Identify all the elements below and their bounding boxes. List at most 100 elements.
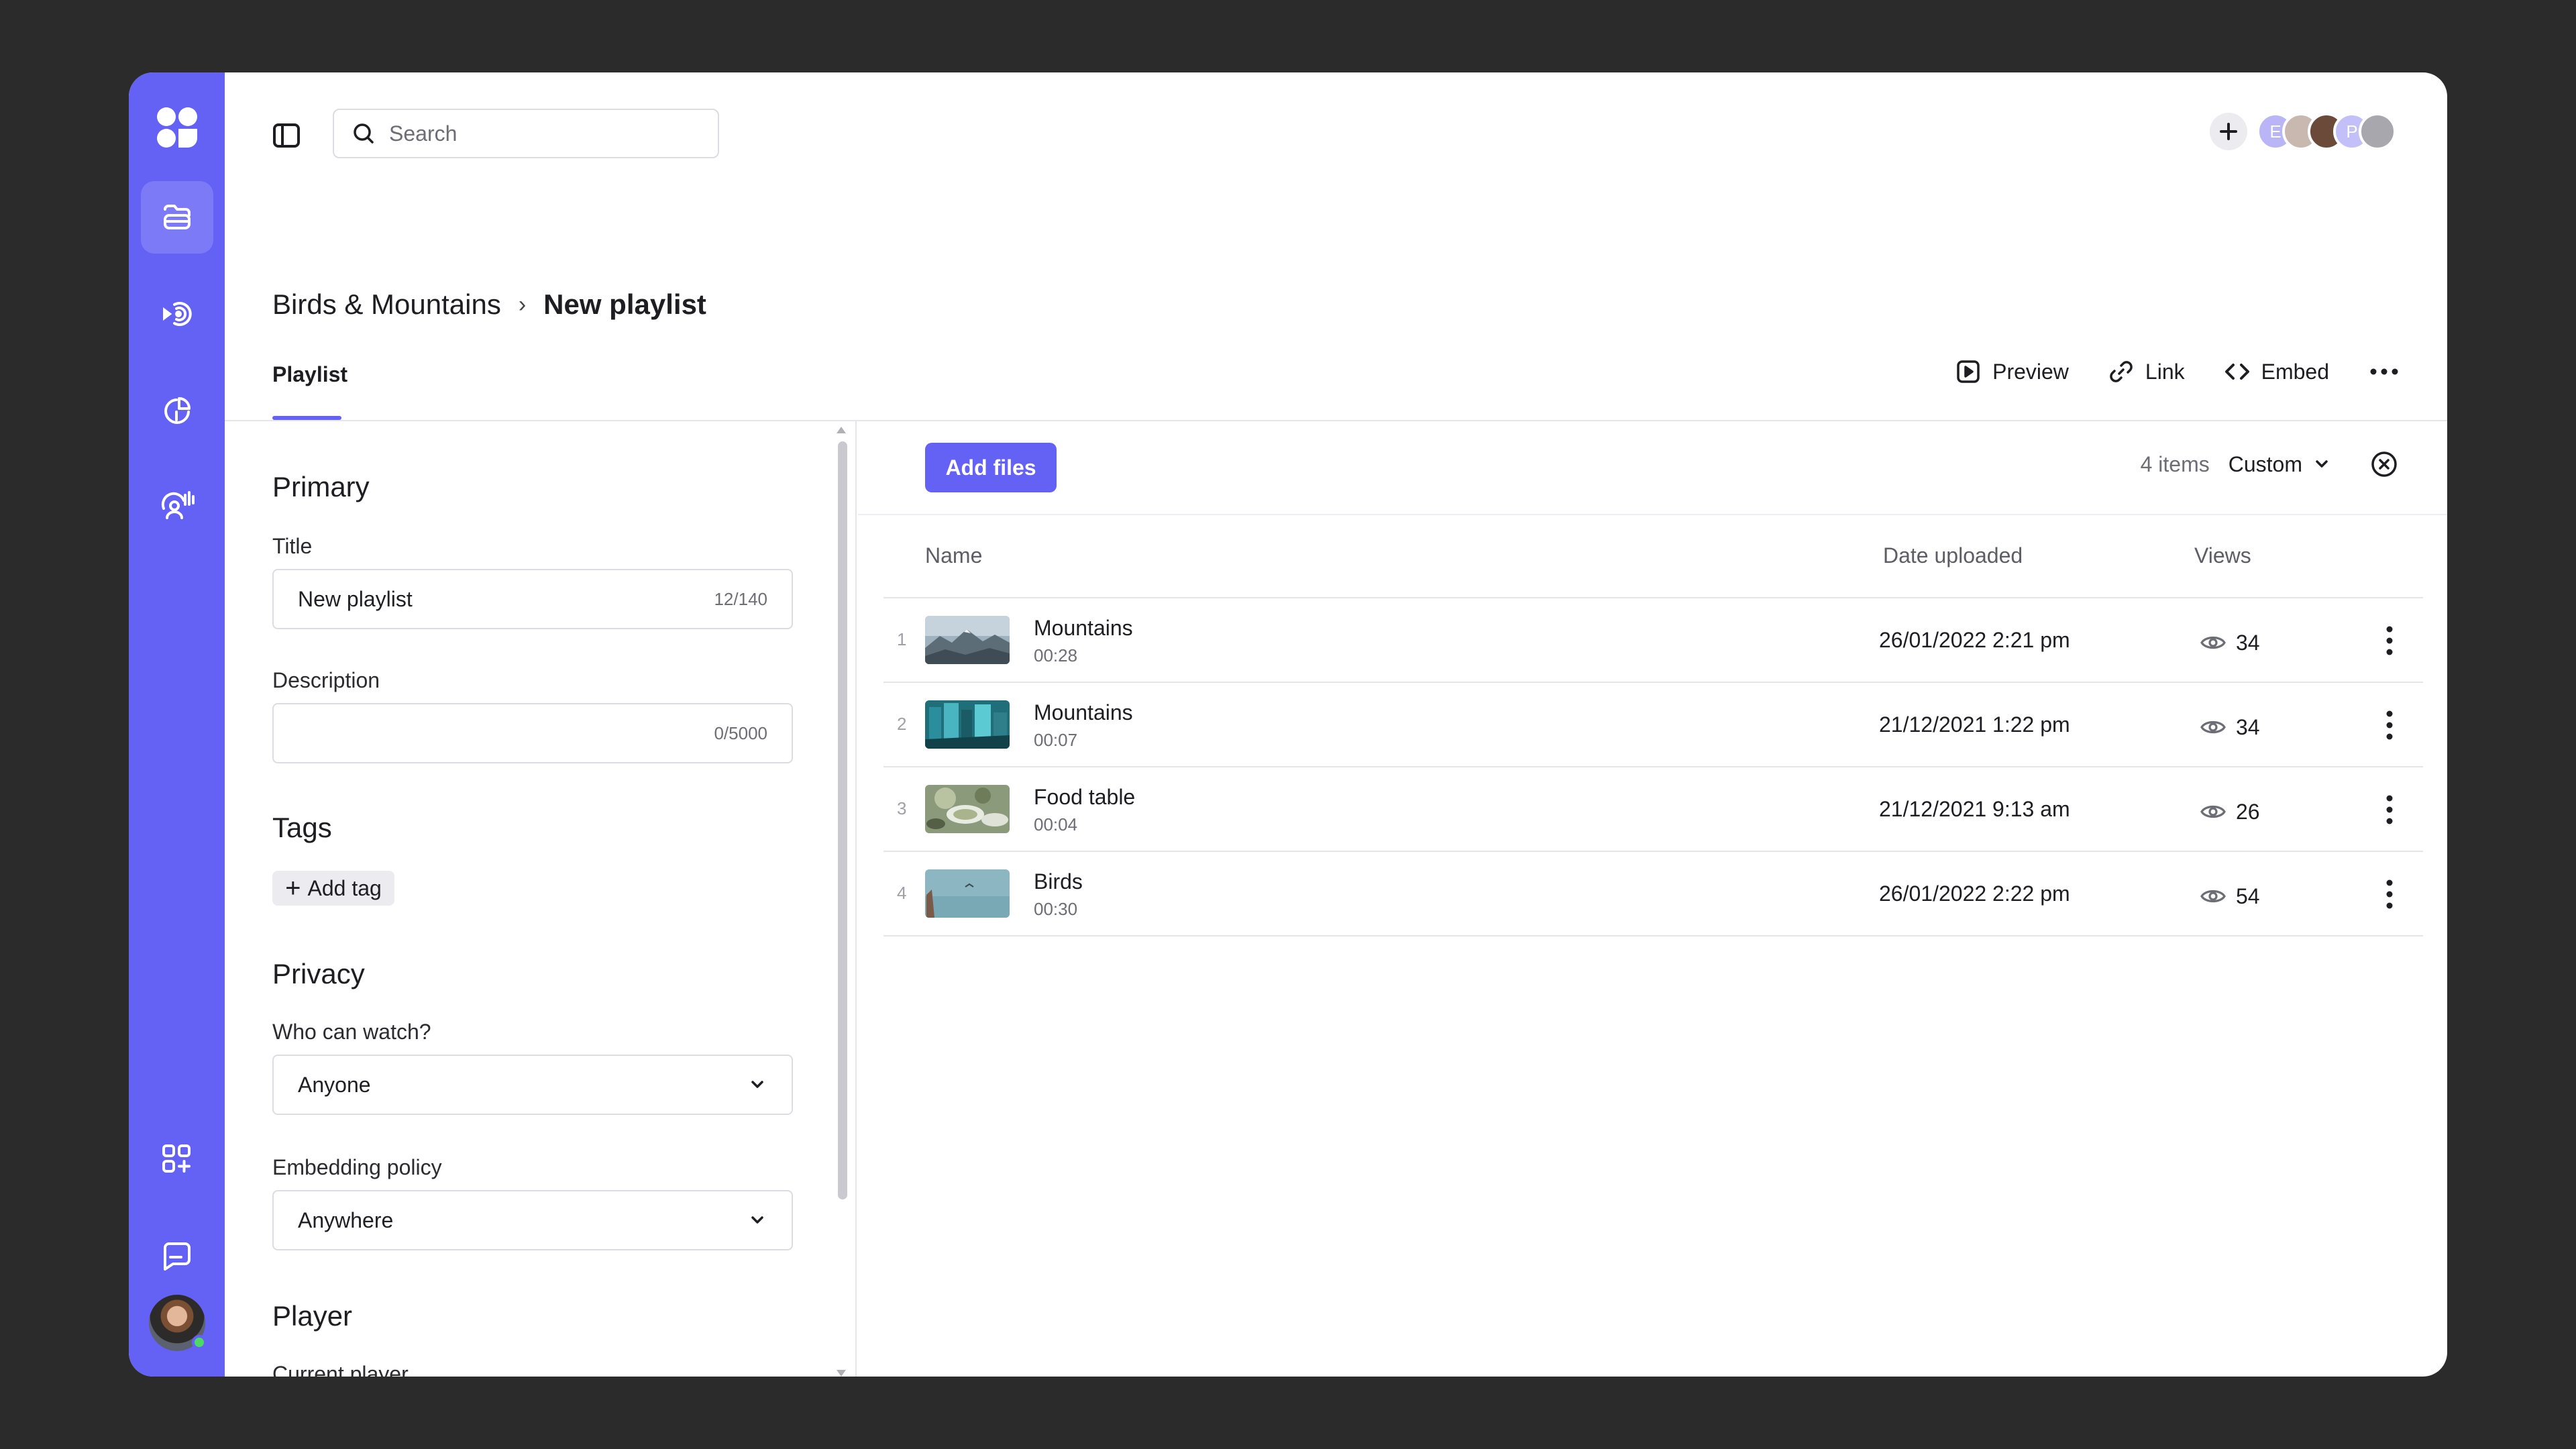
nav-apps-button[interactable]	[141, 1123, 213, 1195]
collaborator-avatars[interactable]: EP	[2257, 113, 2396, 150]
table-row[interactable]: 3 Food table 00:04 21/12/2021 9:13 am 26	[883, 767, 2423, 852]
preview-button[interactable]: Preview	[1955, 358, 2069, 385]
online-status-dot	[192, 1335, 207, 1350]
add-tag-button[interactable]: + Add tag	[272, 871, 394, 906]
nav-live-button[interactable]	[141, 278, 213, 350]
search-input[interactable]	[389, 121, 698, 146]
column-name[interactable]: Name	[925, 543, 982, 568]
user-avatar[interactable]	[146, 1292, 208, 1354]
playlist-table: Name Date uploaded Views 1 Mountains 00:28…	[883, 515, 2423, 936]
table-row[interactable]: 4 Birds 00:30 26/01/2022 2:22 pm 54	[883, 852, 2423, 936]
title-field[interactable]: New playlist 12/140	[272, 569, 793, 629]
video-title[interactable]: Food table	[1034, 785, 1135, 810]
breadcrumb-separator-icon: ›	[518, 291, 527, 317]
video-thumbnail[interactable]	[925, 869, 1010, 918]
preview-label: Preview	[1992, 359, 2069, 384]
nav-contacts-button[interactable]	[141, 471, 213, 543]
chevron-down-icon	[751, 1081, 763, 1088]
embedding-policy-value: Anywhere	[298, 1208, 394, 1232]
broadcast-icon	[163, 302, 192, 326]
date-uploaded: 21/12/2021 9:13 am	[1879, 797, 2070, 821]
column-date-uploaded[interactable]: Date uploaded	[1883, 543, 2023, 568]
playlist-actions: Preview Link Embed	[1916, 358, 2400, 385]
video-duration: 00:07	[1034, 730, 1078, 750]
chat-icon	[164, 1242, 191, 1271]
eye-icon	[2200, 805, 2226, 818]
contacts-icon	[161, 491, 195, 519]
video-duration: 00:28	[1034, 645, 1078, 665]
video-thumbnail[interactable]	[925, 616, 1010, 664]
invite-button[interactable]	[2210, 113, 2247, 150]
description-field[interactable]: 0/5000	[272, 703, 793, 763]
sidebar-toggle-icon[interactable]	[270, 119, 303, 152]
eye-icon	[2200, 890, 2226, 903]
more-horizontal-icon[interactable]	[2368, 358, 2400, 385]
search-box[interactable]	[333, 109, 719, 158]
collaborator-avatar[interactable]	[2359, 113, 2396, 150]
preview-icon	[1957, 360, 1980, 383]
main-area: EP Birds & Mountains › New playlist Play…	[225, 72, 2447, 1377]
add-tag-label: Add tag	[307, 875, 382, 900]
plus-icon: +	[285, 873, 301, 903]
nav-analytics-button[interactable]	[141, 374, 213, 447]
breadcrumb-root[interactable]: Birds & Mountains	[272, 288, 501, 321]
views-value: 34	[2236, 714, 2260, 739]
table-header: Name Date uploaded Views	[883, 515, 2423, 598]
video-title[interactable]: Birds	[1034, 869, 1083, 894]
scroll-up-arrow-icon[interactable]	[837, 427, 846, 433]
embed-button[interactable]: Embed	[2224, 358, 2329, 385]
title-label: Title	[272, 534, 313, 558]
eye-icon	[2200, 720, 2226, 734]
views-count: 34	[2198, 628, 2260, 657]
more-vertical-icon[interactable]	[2383, 708, 2396, 742]
table-row[interactable]: 2 Mountains 00:07 21/12/2021 1:22 pm 34	[883, 683, 2423, 767]
eye-icon	[2200, 636, 2226, 649]
nav-messages-button[interactable]	[141, 1220, 213, 1292]
tab-playlist[interactable]: Playlist	[272, 362, 347, 413]
video-duration: 00:30	[1034, 899, 1078, 919]
player-heading: Player	[272, 1300, 353, 1332]
video-thumbnail[interactable]	[925, 700, 1010, 749]
more-vertical-icon[interactable]	[2383, 877, 2396, 911]
nav-library-button[interactable]	[141, 181, 213, 254]
items-count: 4 items	[2140, 451, 2210, 476]
views-value: 34	[2236, 630, 2260, 655]
panel-scrollbar[interactable]	[838, 441, 847, 1199]
video-thumbnail[interactable]	[925, 785, 1010, 833]
views-value: 26	[2236, 799, 2260, 824]
scroll-down-arrow-icon[interactable]	[837, 1370, 846, 1377]
row-index: 1	[897, 629, 907, 649]
description-label: Description	[272, 668, 380, 692]
column-views[interactable]: Views	[2194, 543, 2251, 568]
embedding-policy-label: Embedding policy	[272, 1155, 442, 1179]
views-count: 34	[2198, 712, 2260, 742]
add-files-button[interactable]: Add files	[925, 443, 1057, 492]
video-title[interactable]: Mountains	[1034, 700, 1133, 725]
logo-icon[interactable]	[154, 105, 200, 150]
title-value: New playlist	[298, 586, 413, 611]
row-index: 2	[897, 714, 907, 734]
video-title[interactable]: Mountains	[1034, 616, 1133, 641]
who-can-watch-select[interactable]: Anyone	[272, 1055, 793, 1115]
sort-order-select[interactable]: Custom	[2229, 452, 2332, 477]
chevron-down-icon	[751, 1216, 763, 1224]
who-can-watch-label: Who can watch?	[272, 1020, 431, 1044]
date-uploaded: 26/01/2022 2:22 pm	[1879, 881, 2070, 906]
table-body: 1 Mountains 00:28 26/01/2022 2:21 pm 34 2 Moun…	[883, 598, 2423, 936]
more-vertical-icon[interactable]	[2383, 624, 2396, 657]
left-nav-rail	[129, 72, 225, 1377]
top-right-controls: EP	[2210, 113, 2396, 150]
apps-icon	[162, 1144, 191, 1173]
title-char-counter: 12/140	[714, 588, 767, 609]
search-icon	[354, 123, 374, 144]
playlist-settings-panel: Primary Title New playlist 12/140 Descri…	[225, 421, 857, 1377]
more-vertical-icon[interactable]	[2383, 793, 2396, 826]
row-index: 3	[897, 798, 907, 818]
link-icon	[2110, 361, 2133, 382]
link-button[interactable]: Link	[2108, 358, 2185, 385]
close-circle-icon[interactable]	[2369, 449, 2399, 479]
breadcrumb: Birds & Mountains › New playlist	[272, 288, 706, 321]
privacy-heading: Privacy	[272, 958, 365, 989]
table-row[interactable]: 1 Mountains 00:28 26/01/2022 2:21 pm 34	[883, 598, 2423, 683]
embedding-policy-select[interactable]: Anywhere	[272, 1190, 793, 1250]
